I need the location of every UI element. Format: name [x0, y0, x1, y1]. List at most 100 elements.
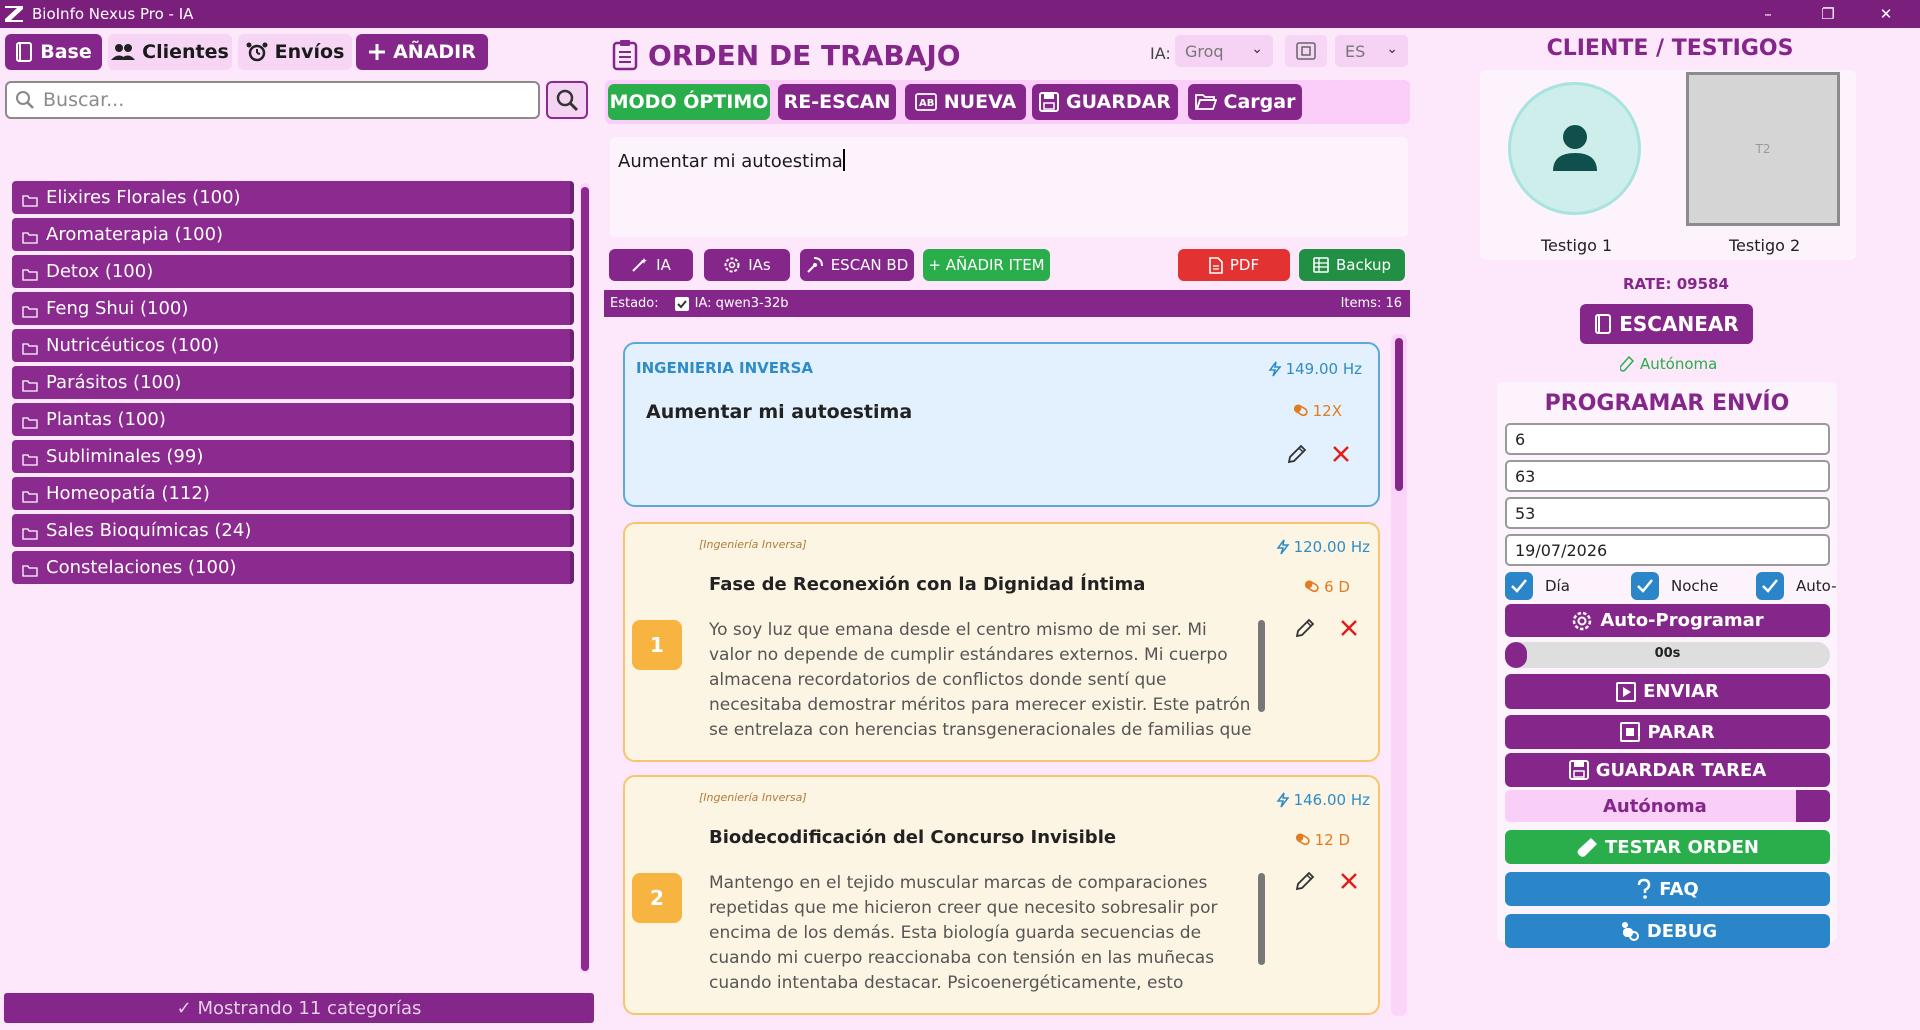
testar-orden-button[interactable]: TESTAR ORDEN	[1505, 830, 1830, 864]
noche-checkbox[interactable]: Noche	[1631, 572, 1718, 600]
mode-selector[interactable]: Autónoma	[1505, 790, 1830, 822]
app-logo-icon	[4, 5, 26, 23]
witness-1-avatar[interactable]	[1508, 82, 1641, 215]
gear-icon	[723, 256, 741, 274]
edit-card-button[interactable]	[1291, 867, 1319, 895]
folder-icon	[22, 194, 38, 207]
category-item[interactable]: Aromaterapia (100)	[12, 218, 574, 251]
category-item[interactable]: Detox (100)	[12, 255, 574, 288]
category-item[interactable]: Sales Bioquímicas (24)	[12, 514, 574, 547]
svg-text:AB: AB	[919, 98, 934, 109]
search-icon	[15, 90, 35, 110]
category-item[interactable]: Parásitos (100)	[12, 366, 574, 399]
book-icon	[15, 42, 33, 62]
parar-button[interactable]: PARAR	[1505, 715, 1830, 749]
escanear-button[interactable]: ESCANEAR	[1580, 304, 1753, 344]
base-button[interactable]: Base	[5, 34, 102, 70]
enviar-button[interactable]: ENVIAR	[1505, 674, 1830, 709]
rate-label: RATE: 09584	[1623, 275, 1729, 293]
prompt-textarea[interactable]: Aumentar mi autoestima	[610, 137, 1408, 237]
autonoma-mode-link[interactable]: Autónoma	[1620, 355, 1717, 373]
screenshot-button[interactable]	[1285, 35, 1327, 67]
ia-provider-select[interactable]: Groq ⌄	[1175, 35, 1273, 67]
delete-card-button[interactable]	[1327, 440, 1355, 468]
card-kind: INGENIERIA INVERSA	[636, 359, 813, 377]
envios-button[interactable]: Envíos	[238, 34, 352, 70]
card-title: Biodecodificación del Concurso Invisible	[709, 827, 1117, 848]
ia-button[interactable]: IA	[609, 249, 693, 281]
witness-1-label: Testigo 1	[1541, 236, 1613, 255]
edit-card-button[interactable]	[1283, 440, 1311, 468]
mode-toggle-handle[interactable]	[1796, 790, 1830, 822]
category-item[interactable]: Elixires Florales (100)	[12, 181, 574, 214]
add-item-button[interactable]: + AÑADIR ITEM	[923, 249, 1050, 281]
search-box	[5, 81, 540, 119]
dia-checkbox[interactable]: Día	[1505, 572, 1570, 600]
delete-card-button[interactable]	[1335, 614, 1363, 642]
category-item[interactable]: Nutricéuticos (100)	[12, 329, 574, 362]
language-select[interactable]: ES ⌄	[1335, 35, 1408, 67]
category-item[interactable]: Constelaciones (100)	[12, 551, 574, 584]
pdf-button[interactable]: PDF	[1178, 249, 1290, 281]
modo-optimo-button[interactable]: MODO ÓPTIMO	[608, 84, 770, 120]
ias-button[interactable]: IAs	[704, 249, 790, 281]
alarm-clock-icon	[246, 42, 268, 62]
chevron-down-icon: ⌄	[1251, 41, 1263, 57]
document-icon	[1209, 256, 1223, 274]
anadir-button[interactable]: AÑADIR	[356, 34, 488, 70]
title-bar: BioInfo Nexus Pro - IA – ❐ ✕	[0, 0, 1920, 28]
category-item[interactable]: Feng Shui (100)	[12, 292, 574, 325]
nueva-button[interactable]: AB NUEVA	[905, 84, 1026, 120]
backup-button[interactable]: Backup	[1299, 249, 1405, 281]
text-caret	[842, 149, 845, 171]
radar-icon	[806, 256, 824, 274]
category-item[interactable]: Subliminales (99)	[12, 440, 574, 473]
bug-icon	[1618, 920, 1640, 942]
category-item[interactable]: Homeopatía (112)	[12, 477, 574, 510]
schedule-field-2[interactable]: 63	[1505, 460, 1830, 492]
checkmark-icon	[1756, 572, 1784, 600]
folder-icon	[22, 490, 38, 503]
cards-scrollbar[interactable]	[1391, 334, 1407, 1016]
schedule-field-3[interactable]: 53	[1505, 497, 1830, 529]
search-button[interactable]	[546, 81, 588, 119]
schedule-date-field[interactable]: 19/07/2026	[1505, 534, 1830, 566]
maximize-button[interactable]: ❐	[1800, 0, 1856, 28]
folder-icon	[22, 305, 38, 318]
delete-card-button[interactable]	[1335, 867, 1363, 895]
debug-button[interactable]: DEBUG	[1505, 914, 1830, 948]
text-scrollbar[interactable]	[1258, 620, 1265, 712]
client-panel-title: CLIENTE / TESTIGOS	[1546, 36, 1794, 61]
pill-icon	[1293, 404, 1309, 418]
spreadsheet-icon	[1313, 257, 1329, 273]
guardar-button[interactable]: GUARDAR	[1032, 84, 1178, 120]
folder-icon	[22, 231, 38, 244]
auto-checkbox[interactable]: Auto-	[1756, 572, 1837, 600]
search-input[interactable]	[43, 89, 513, 111]
close-window-button[interactable]: ✕	[1858, 0, 1914, 28]
close-icon	[1340, 619, 1358, 637]
category-item[interactable]: Plantas (100)	[12, 403, 574, 436]
witness-2-image[interactable]: T2	[1686, 72, 1840, 226]
folder-icon	[22, 342, 38, 355]
re-escan-button[interactable]: RE-ESCAN	[778, 84, 896, 120]
schedule-field-1[interactable]: 6	[1505, 423, 1830, 455]
edit-card-button[interactable]	[1291, 614, 1319, 642]
schedule-title: PROGRAMAR ENVÍO	[1544, 391, 1790, 416]
minimize-button[interactable]: –	[1740, 0, 1796, 28]
auto-programar-button[interactable]: Auto-Programar	[1505, 604, 1830, 637]
scrollbar-thumb[interactable]	[1395, 338, 1403, 491]
category-scrollbar[interactable]	[580, 183, 590, 973]
faq-button[interactable]: FAQ	[1505, 872, 1830, 906]
stop-icon	[1620, 722, 1641, 742]
escan-bd-button[interactable]: ESCAN BD	[800, 249, 914, 281]
clientes-button[interactable]: Clientes	[108, 34, 232, 70]
scrollbar-thumb[interactable]	[581, 187, 589, 971]
guardar-tarea-button[interactable]: GUARDAR TAREA	[1505, 753, 1830, 787]
text-scrollbar[interactable]	[1258, 873, 1265, 965]
main-order-card: INGENIERIA INVERSA 149.00 Hz Aumentar mi…	[623, 342, 1380, 507]
cargar-button[interactable]: Cargar	[1188, 84, 1302, 120]
clipboard-icon	[612, 39, 638, 71]
ia-enabled-checkbox[interactable]	[674, 296, 689, 311]
progress-label: 00s	[1654, 646, 1681, 661]
